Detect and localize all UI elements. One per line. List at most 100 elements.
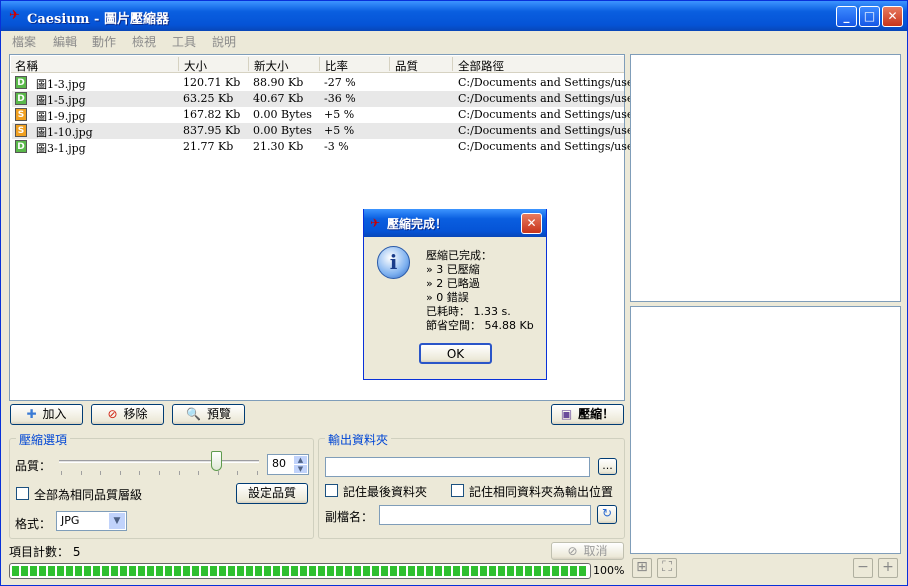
quality-stepper[interactable]: 80 ▲ ▼ bbox=[267, 454, 309, 475]
slider-tick bbox=[178, 471, 180, 475]
menu-tools[interactable]: 工具 bbox=[172, 33, 196, 50]
done-status-icon: D bbox=[15, 92, 27, 105]
table-row[interactable]: D 圖3-1.jpg 21.77 Kb 21.30 Kb -3 % C:/Document… bbox=[12, 139, 653, 155]
format-label: 格式： bbox=[15, 517, 52, 531]
cell-new-size: 88.90 Kb bbox=[253, 76, 304, 89]
col-ratio[interactable]: 比率 bbox=[325, 58, 348, 74]
col-new-size[interactable]: 新大小 bbox=[254, 58, 289, 74]
cell-name: 圖1-3.jpg bbox=[36, 78, 86, 91]
browse-folder-button[interactable]: ... bbox=[598, 458, 617, 475]
fit-view-icon[interactable]: ⊞ bbox=[632, 558, 652, 578]
cell-size: 120.71 Kb bbox=[183, 76, 241, 89]
progress-fill bbox=[12, 566, 588, 576]
fullscreen-icon[interactable]: ⛶ bbox=[657, 558, 677, 578]
cell-name: 圖3-1.jpg bbox=[36, 142, 86, 155]
cell-size: 21.77 Kb bbox=[183, 140, 234, 153]
compress-button[interactable]: ▣ 壓縮！ bbox=[551, 404, 624, 425]
dialog-ok-button[interactable]: OK bbox=[419, 343, 492, 364]
cell-size: 837.95 Kb bbox=[183, 124, 241, 137]
progress-percent: 100% bbox=[593, 564, 625, 577]
format-select[interactable]: JPG ▼ bbox=[56, 511, 127, 531]
slider-tick bbox=[100, 471, 102, 475]
menu-action[interactable]: 動作 bbox=[92, 33, 116, 50]
minimize-button[interactable]: _ bbox=[836, 6, 857, 27]
table-row[interactable]: D 圖1-5.jpg 63.25 Kb 40.67 Kb -36 % C:/Documen… bbox=[12, 91, 653, 107]
cell-new-size: 21.30 Kb bbox=[253, 140, 304, 153]
compress-button-label: 壓縮！ bbox=[578, 407, 615, 421]
app-icon: ✈ bbox=[370, 216, 381, 230]
done-status-icon: D bbox=[15, 140, 27, 153]
slider-tick bbox=[257, 471, 258, 475]
remove-button-label: 移除 bbox=[123, 407, 148, 421]
cancel-button[interactable]: ⊘ 取消 bbox=[551, 542, 624, 560]
slider-tick bbox=[198, 471, 200, 475]
compressed-preview-pane bbox=[630, 306, 901, 554]
quality-value: 80 bbox=[272, 457, 286, 470]
remember-last-folder-checkbox[interactable] bbox=[325, 484, 338, 497]
cell-ratio: +5 % bbox=[324, 108, 355, 121]
col-quality[interactable]: 品質 bbox=[395, 58, 418, 74]
slider-tick bbox=[139, 471, 141, 475]
quality-slider-thumb[interactable] bbox=[210, 451, 222, 471]
item-count: 項目計數： 5 bbox=[9, 545, 81, 559]
dialog-title: 壓縮完成！ bbox=[387, 217, 448, 231]
stepper-down-icon[interactable]: ▼ bbox=[294, 465, 307, 473]
cell-path: C:/Documents and Settings/user/… bbox=[458, 140, 654, 153]
app-icon: ✈ bbox=[9, 8, 20, 23]
cancel-button-label: 取消 bbox=[583, 544, 608, 558]
preview-button[interactable]: 🔍 預覽 bbox=[172, 404, 245, 425]
cell-ratio: -3 % bbox=[324, 140, 349, 153]
slider-tick bbox=[119, 471, 121, 475]
title-bar[interactable]: ✈ Caesium - 圖片壓縮器 _ □ ✕ bbox=[1, 1, 907, 31]
app-window: ✈ Caesium - 圖片壓縮器 _ □ ✕ 檔案 編輯 動作 檢視 工具 說… bbox=[0, 0, 908, 586]
original-preview-pane bbox=[630, 54, 901, 302]
same-folder-label: 記住相同資料夾為輸出位置 bbox=[469, 485, 614, 499]
menu-file[interactable]: 檔案 bbox=[12, 33, 36, 50]
table-row[interactable]: S 圖1-9.jpg 167.82 Kb 0.00 Bytes +5 % C:/Docum… bbox=[12, 107, 653, 123]
suffix-label: 副檔名： bbox=[325, 510, 374, 524]
cell-ratio: -36 % bbox=[324, 92, 356, 105]
stepper-up-icon[interactable]: ▲ bbox=[294, 456, 307, 464]
menu-view[interactable]: 檢視 bbox=[132, 33, 156, 50]
compression-options-title: 壓縮選項 bbox=[16, 431, 71, 448]
set-quality-label: 設定品質 bbox=[247, 486, 296, 500]
remove-button[interactable]: ⊘ 移除 bbox=[91, 404, 164, 425]
menu-help[interactable]: 說明 bbox=[212, 33, 236, 50]
window-title: Caesium - 圖片壓縮器 bbox=[27, 12, 169, 27]
slider-tick bbox=[159, 471, 160, 475]
quality-slider-track[interactable] bbox=[59, 460, 259, 463]
dialog-line: 節省空間： 54.88 Kb bbox=[426, 319, 534, 332]
col-name[interactable]: 名稱 bbox=[15, 58, 38, 74]
slider-tick bbox=[217, 471, 219, 475]
cell-new-size: 0.00 Bytes bbox=[253, 108, 312, 121]
suffix-input[interactable] bbox=[379, 505, 591, 525]
col-full-path[interactable]: 全部路徑 bbox=[458, 58, 504, 74]
close-button[interactable]: ✕ bbox=[882, 6, 903, 27]
done-status-icon: D bbox=[15, 76, 27, 89]
col-size[interactable]: 大小 bbox=[184, 58, 207, 74]
slider-tick bbox=[80, 471, 82, 475]
refresh-icon: ↻ bbox=[601, 506, 613, 520]
output-folder-input[interactable] bbox=[325, 457, 590, 477]
dialog-title-bar[interactable]: ✈ 壓縮完成！ ✕ bbox=[364, 209, 546, 237]
cell-size: 63.25 Kb bbox=[183, 92, 234, 105]
chevron-down-icon[interactable]: ▼ bbox=[109, 513, 125, 529]
compress-icon: ▣ bbox=[560, 407, 573, 421]
preview-button-label: 預覽 bbox=[206, 407, 231, 421]
menu-bar: 檔案 編輯 動作 檢視 工具 說明 bbox=[1, 31, 907, 51]
progress-bar bbox=[9, 563, 591, 579]
set-quality-button[interactable]: 設定品質 bbox=[236, 483, 308, 504]
menu-edit[interactable]: 編輯 bbox=[53, 33, 77, 50]
table-row[interactable]: S 圖1-10.jpg 837.95 Kb 0.00 Bytes +5 % C:/Docu… bbox=[12, 123, 653, 139]
prohibit-icon: ⊘ bbox=[107, 407, 118, 421]
dialog-close-button[interactable]: ✕ bbox=[521, 213, 542, 234]
maximize-button[interactable]: □ bbox=[859, 6, 880, 27]
same-quality-checkbox[interactable] bbox=[16, 487, 29, 500]
cell-path: C:/Documents and Settings/user/… bbox=[458, 124, 654, 137]
same-folder-checkbox[interactable] bbox=[451, 484, 464, 497]
zoom-out-icon[interactable]: − bbox=[853, 558, 873, 578]
add-button[interactable]: ✚ 加入 bbox=[10, 404, 83, 425]
table-row[interactable]: D 圖1-3.jpg 120.71 Kb 88.90 Kb -27 % C:/Docume… bbox=[12, 75, 653, 91]
reset-suffix-button[interactable]: ↻ bbox=[597, 505, 617, 524]
zoom-in-icon[interactable]: + bbox=[878, 558, 898, 578]
